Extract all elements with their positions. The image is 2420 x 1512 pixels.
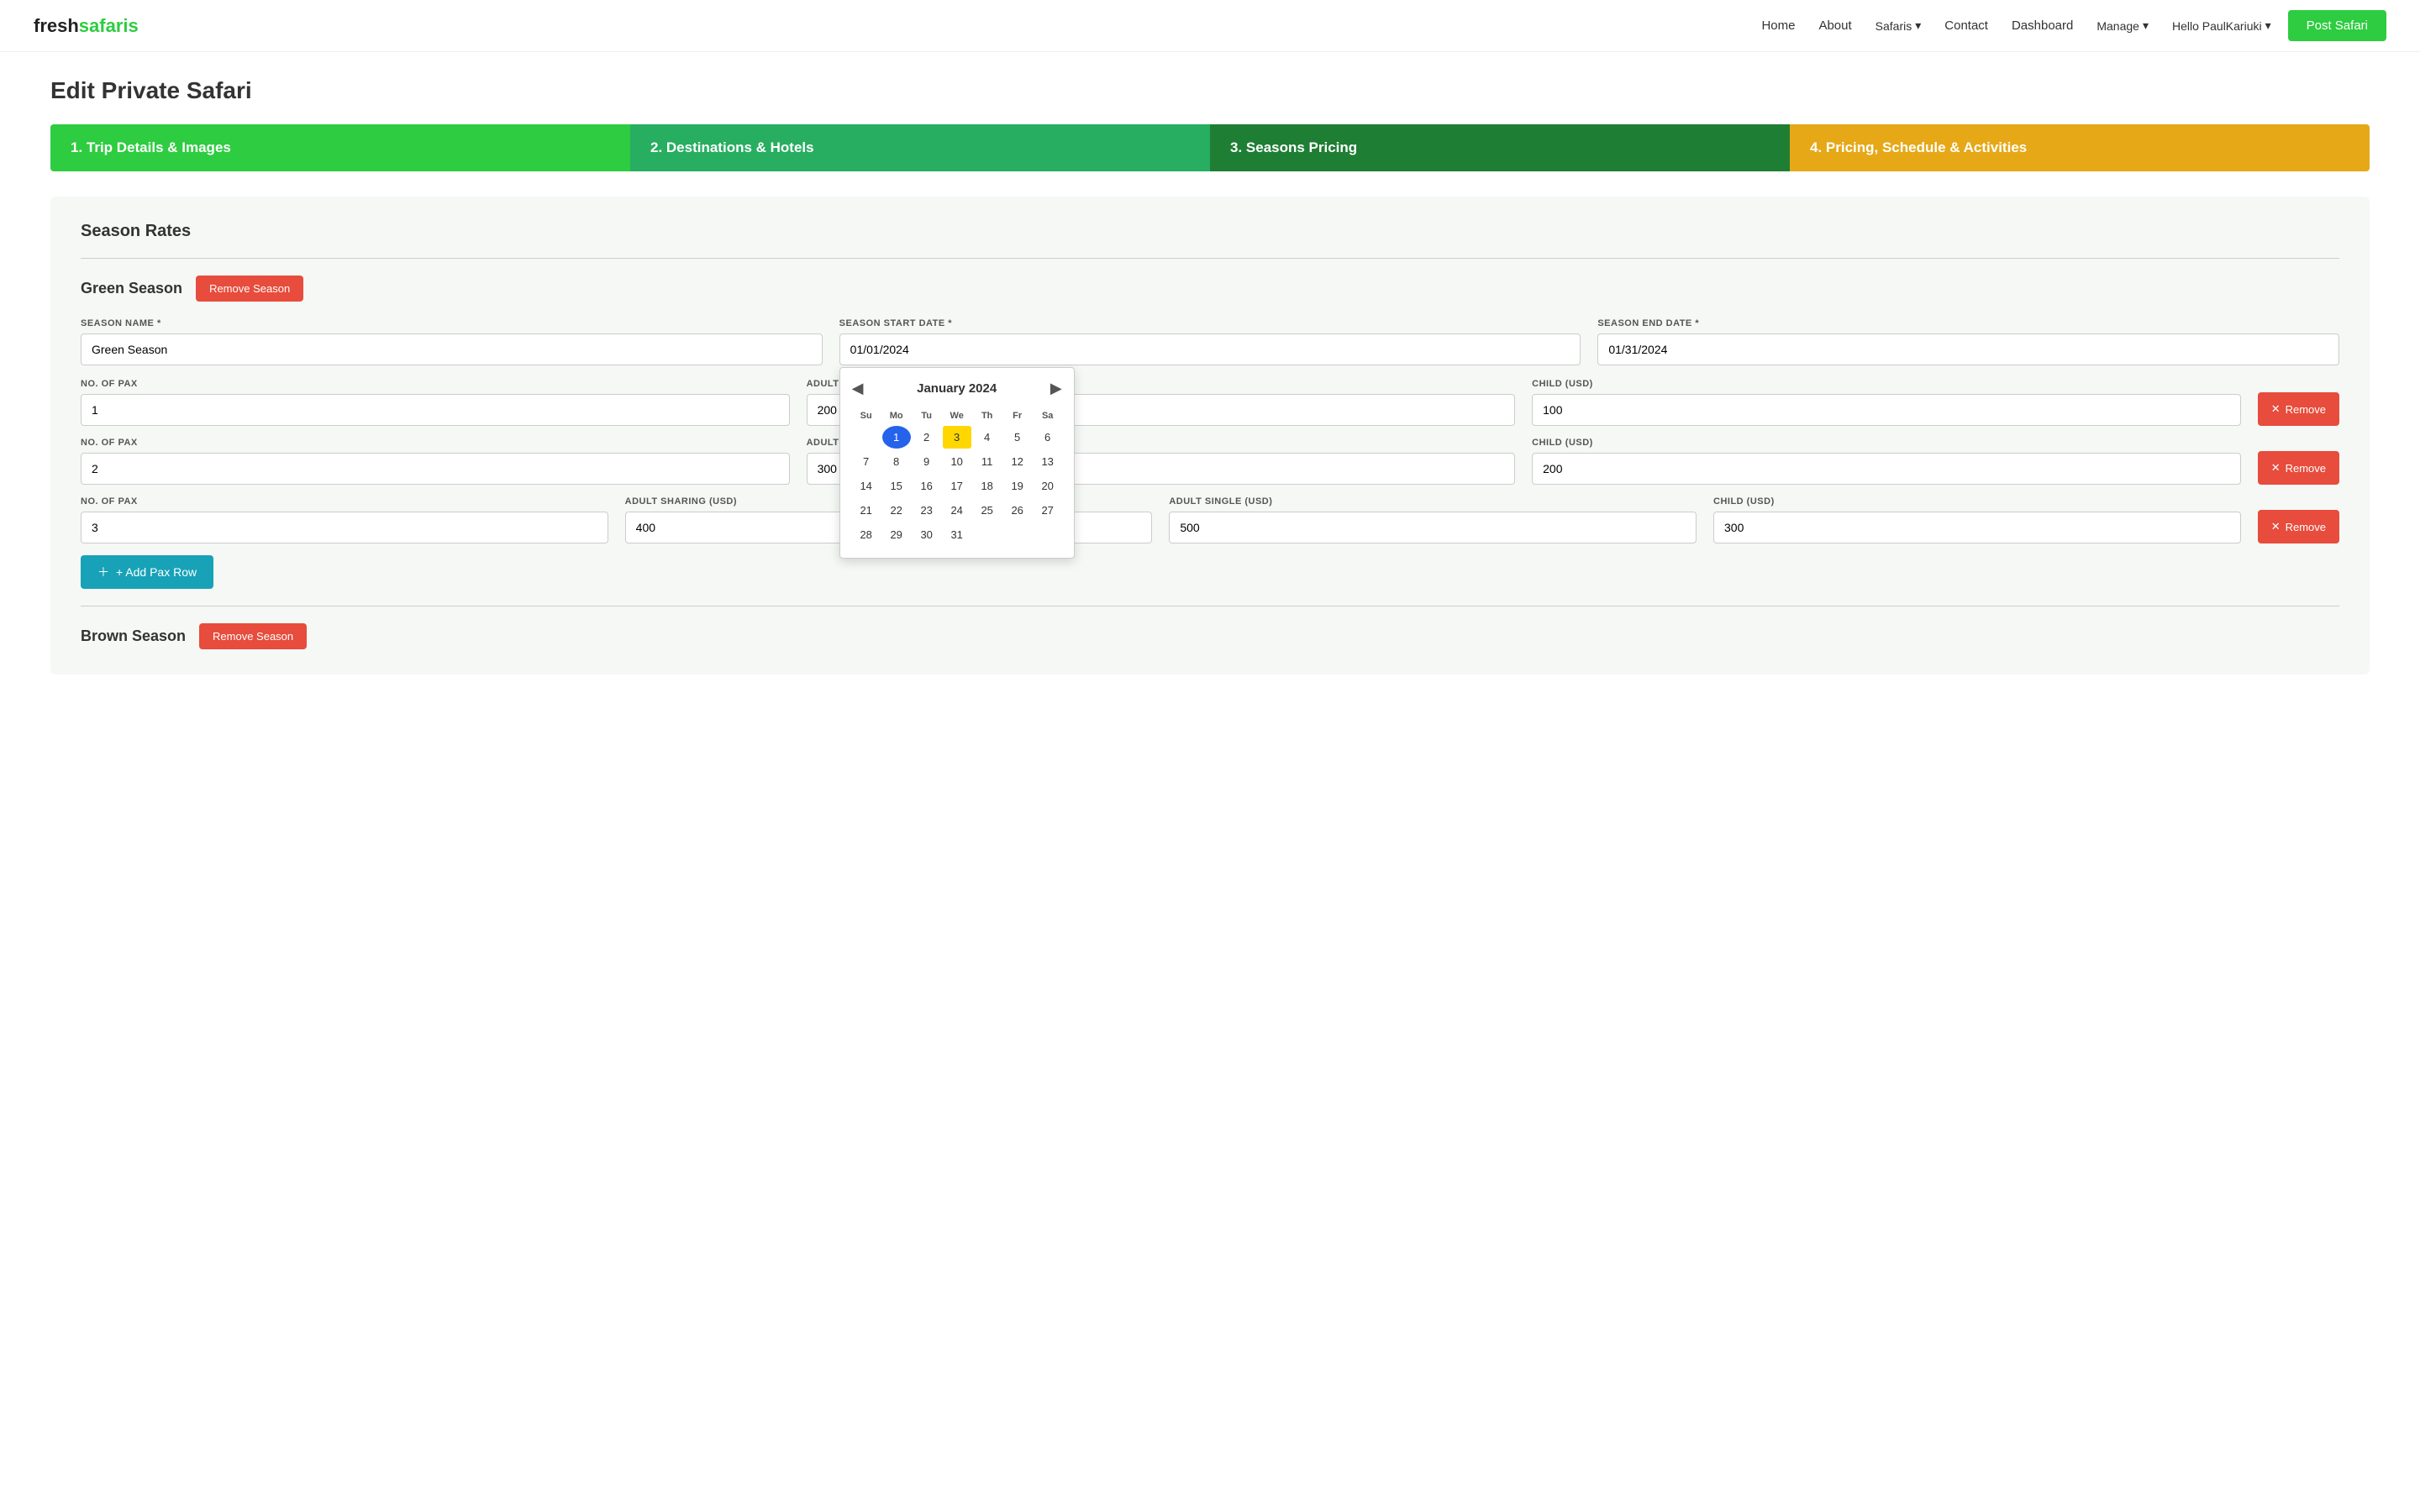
chevron-down-icon: ▾ — [1915, 18, 1921, 33]
main-card: Season Rates Green Season Remove Season … — [50, 197, 2370, 675]
season-name-label: SEASON NAME * — [81, 318, 823, 328]
start-date-input[interactable] — [839, 333, 1581, 365]
green-season-header: Green Season Remove Season — [81, 276, 2339, 302]
cal-day-1[interactable]: 1 — [882, 426, 911, 449]
child-input-3[interactable] — [1713, 512, 2241, 543]
nav-manage[interactable]: Manage ▾ — [2096, 18, 2149, 33]
brown-season-header: Brown Season Remove Season — [81, 623, 2339, 649]
cal-day-2[interactable]: 2 — [913, 426, 941, 449]
cal-next-icon[interactable]: ▶ — [1050, 380, 1062, 397]
logo-safaris: safaris — [79, 15, 139, 36]
chevron-down-icon: ▾ — [2265, 18, 2271, 33]
x-icon: ✕ — [2271, 520, 2281, 533]
nav-links: Home About Safaris ▾ Contact Dashboard M… — [1761, 18, 2270, 33]
cal-day-5[interactable]: 5 — [1003, 426, 1032, 449]
child-group-1: CHILD (USD) — [1532, 379, 2241, 426]
pax-count-group-3: NO. OF PAX — [81, 496, 608, 543]
x-icon: ✕ — [2271, 402, 2281, 416]
pax-row-3: NO. OF PAX ADULT SHARING (USD) ADULT SIN… — [81, 496, 2339, 543]
page-title: Edit Private Safari — [50, 77, 2370, 104]
pax-input-3[interactable] — [81, 512, 608, 543]
season-name-group: SEASON NAME * — [81, 318, 823, 365]
pax-label-3: NO. OF PAX — [81, 496, 608, 507]
child-input-1[interactable] — [1532, 394, 2241, 426]
section-title: Season Rates — [81, 222, 2339, 241]
season-start-date-group: SEASON START DATE * ◀ January 2024 ▶ Su … — [839, 318, 1581, 365]
calendar-popup: ◀ January 2024 ▶ Su Mo Tu We Th Fr Sa — [839, 367, 1075, 559]
pax-row-1: NO. OF PAX ADULT SHARING (USD) CHILD (US… — [81, 379, 2339, 426]
brown-season-name: Brown Season — [81, 627, 186, 645]
pax-label-2: NO. OF PAX — [81, 438, 790, 448]
add-pax-row-button[interactable]: ＋ + Add Pax Row — [81, 555, 213, 589]
calendar-grid: Su Mo Tu We Th Fr Sa 1 2 3 4 5 — [852, 407, 1062, 546]
calendar-header: ◀ January 2024 ▶ — [852, 380, 1062, 397]
adult-single-input-3[interactable] — [1169, 512, 1697, 543]
pax-count-group-1: NO. OF PAX — [81, 379, 790, 426]
child-group-3: CHILD (USD) — [1713, 496, 2241, 543]
x-icon: ✕ — [2271, 461, 2281, 475]
logo-fresh: fresh — [34, 15, 79, 36]
steps-bar: 1. Trip Details & Images 2. Destinations… — [50, 124, 2370, 171]
pax-input-2[interactable] — [81, 453, 790, 485]
chevron-down-icon: ▾ — [2143, 18, 2149, 33]
season-end-date-group: SEASON END DATE * — [1597, 318, 2339, 365]
nav-dashboard[interactable]: Dashboard — [2012, 18, 2073, 33]
step-3[interactable]: 3. Seasons Pricing — [1210, 124, 1790, 171]
season-name-input[interactable] — [81, 333, 823, 365]
child-input-2[interactable] — [1532, 453, 2241, 485]
end-date-input[interactable] — [1597, 333, 2339, 365]
pax-count-group-2: NO. OF PAX — [81, 438, 790, 485]
child-label-1: CHILD (USD) — [1532, 379, 2241, 389]
nav-contact[interactable]: Contact — [1944, 18, 1988, 33]
remove-pax-row-2-button[interactable]: ✕ Remove — [2258, 451, 2339, 485]
season-date-row: SEASON NAME * SEASON START DATE * ◀ Janu… — [81, 318, 2339, 365]
logo: freshsafaris — [34, 15, 139, 37]
plus-icon: ＋ — [97, 564, 109, 580]
end-date-label: SEASON END DATE * — [1597, 318, 2339, 328]
nav-user[interactable]: Hello PaulKariuki ▾ — [2172, 18, 2271, 33]
navbar: freshsafaris Home About Safaris ▾ Contac… — [0, 0, 2420, 52]
child-group-2: CHILD (USD) — [1532, 438, 2241, 485]
post-safari-button[interactable]: Post Safari — [2288, 10, 2386, 41]
remove-brown-season-button[interactable]: Remove Season — [199, 623, 307, 649]
calendar-month-title: January 2024 — [917, 381, 997, 396]
nav-about[interactable]: About — [1818, 18, 1851, 33]
nav-safaris[interactable]: Safaris ▾ — [1876, 18, 1922, 33]
adult-single-label-3: ADULT SINGLE (USD) — [1169, 496, 1697, 507]
pax-input-1[interactable] — [81, 394, 790, 426]
green-season-name: Green Season — [81, 280, 182, 297]
child-label-2: CHILD (USD) — [1532, 438, 2241, 448]
cal-day-4[interactable]: 4 — [973, 426, 1002, 449]
step-4[interactable]: 4. Pricing, Schedule & Activities — [1790, 124, 2370, 171]
user-label: Hello PaulKariuki — [2172, 19, 2262, 33]
nav-home[interactable]: Home — [1761, 18, 1795, 33]
pax-row-2: NO. OF PAX ADULT SHARING (USD) CHILD (US… — [81, 438, 2339, 485]
cal-day-3[interactable]: 3 — [943, 426, 971, 449]
cal-prev-icon[interactable]: ◀ — [852, 380, 864, 397]
remove-pax-row-1-button[interactable]: ✕ Remove — [2258, 392, 2339, 426]
start-date-label: SEASON START DATE * — [839, 318, 1581, 328]
adult-single-group-3: ADULT SINGLE (USD) — [1169, 496, 1697, 543]
pax-label-1: NO. OF PAX — [81, 379, 790, 389]
step-2[interactable]: 2. Destinations & Hotels — [630, 124, 1210, 171]
child-label-3: CHILD (USD) — [1713, 496, 2241, 507]
remove-green-season-button[interactable]: Remove Season — [196, 276, 303, 302]
cal-day-6[interactable]: 6 — [1034, 426, 1062, 449]
step-1[interactable]: 1. Trip Details & Images — [50, 124, 630, 171]
remove-pax-row-3-button[interactable]: ✕ Remove — [2258, 510, 2339, 543]
